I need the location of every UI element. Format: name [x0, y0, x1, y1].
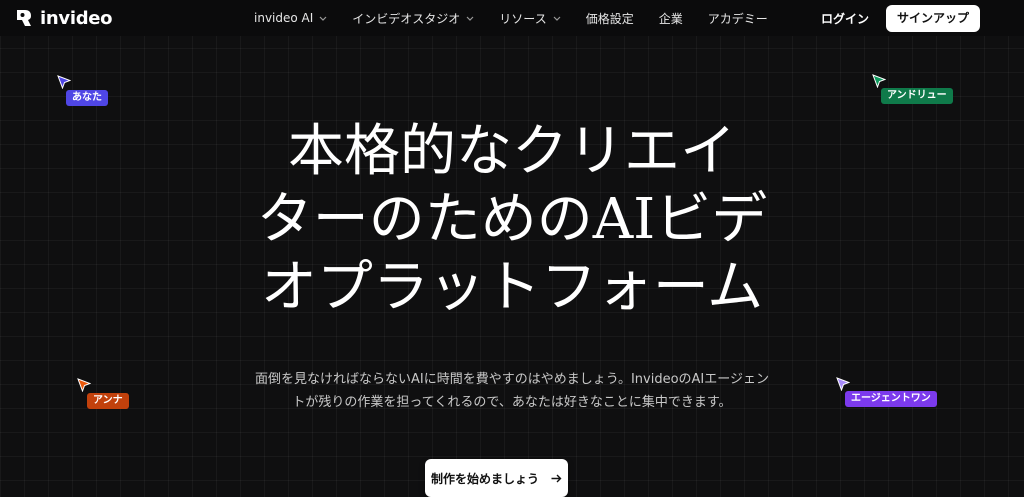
brand-logo[interactable]: invideo: [14, 6, 113, 30]
nav-item-label: 企業: [658, 11, 683, 26]
subheadline-line: トが残りの作業を担ってくれるので、あなたは好きなことに集中できます。: [292, 395, 732, 410]
top-nav: invideo invideo AI インビデオスタジオ リソース 価格設定 企…: [0, 0, 1024, 36]
cursor-pointer-icon: [57, 75, 71, 89]
chevron-down-icon: [466, 16, 474, 21]
chevron-down-icon: [319, 16, 327, 21]
nav-item-label: インビデオスタジオ: [352, 11, 461, 26]
cursor-pointer-icon: [872, 74, 886, 88]
nav-item-label: 価格設定: [585, 11, 634, 26]
nav-item-invideo-ai[interactable]: invideo AI: [254, 11, 327, 25]
nav-item-label: invideo AI: [254, 11, 314, 25]
cursor-pointer-icon: [836, 377, 850, 391]
nav-item-studio[interactable]: インビデオスタジオ: [352, 10, 474, 27]
invideo-logo-icon: [17, 10, 31, 26]
brand-name: invideo: [40, 7, 113, 29]
subheadline-line: 面倒を見なければならないAIに時間を費やすのはやめましょう。InvideoのAI…: [255, 372, 769, 387]
cursor-tag-andrew: アンドリュー: [881, 88, 953, 104]
headline-line: ターのためのAIビデ: [256, 187, 768, 252]
arrow-right-icon: [551, 474, 562, 482]
nav-item-resources[interactable]: リソース: [499, 10, 561, 27]
nav-item-pricing[interactable]: 価格設定: [586, 10, 634, 27]
signup-button[interactable]: サインアップ: [885, 5, 980, 32]
chevron-down-icon: [553, 16, 561, 21]
hero-headline: 本格的なクリエイ ターのためのAIビデ オプラットフォーム: [160, 118, 864, 322]
cursor-pointer-icon: [77, 378, 91, 392]
cursor-tag-anna: アンナ: [87, 393, 129, 409]
headline-line: オプラットフォーム: [260, 255, 764, 320]
nav-item-academy[interactable]: アカデミー: [708, 10, 768, 27]
nav-item-label: アカデミー: [707, 11, 768, 26]
nav-item-enterprise[interactable]: 企業: [659, 10, 683, 27]
cursor-tag-you: あなた: [66, 90, 108, 106]
landing-page: invideo invideo AI インビデオスタジオ リソース 価格設定 企…: [0, 0, 1024, 497]
hero-subheadline: 面倒を見なければならないAIに時間を費やすのはやめましょう。InvideoのAI…: [232, 368, 792, 414]
login-link[interactable]: ログイン: [821, 10, 869, 27]
nav-actions: ログイン サインアップ: [821, 5, 980, 32]
headline-line: 本格的なクリエイ: [288, 119, 736, 184]
cta-label: 制作を始めましょう: [430, 471, 539, 486]
main-menu: invideo AI インビデオスタジオ リソース 価格設定 企業 アカデミー: [254, 0, 793, 36]
nav-item-label: リソース: [499, 11, 547, 26]
cursor-tag-agent-one: エージェントワン: [845, 391, 937, 407]
start-creating-button[interactable]: 制作を始めましょう: [425, 459, 568, 497]
